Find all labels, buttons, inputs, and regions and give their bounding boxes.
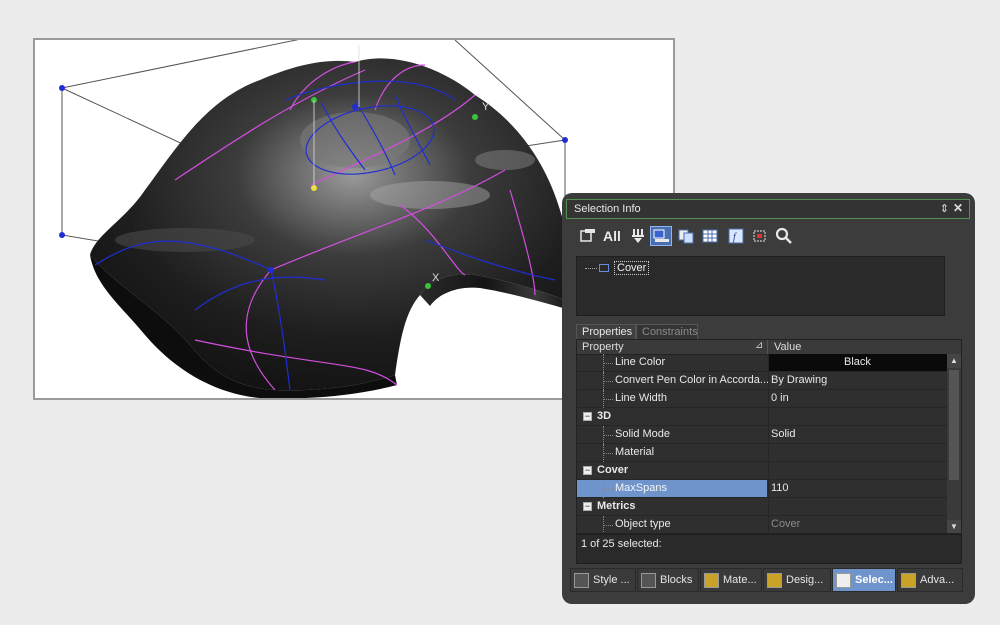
property-row-material[interactable]: Material <box>577 444 947 462</box>
category-row-cover[interactable]: − Cover <box>577 462 947 480</box>
tab-constraints[interactable]: Constraints <box>636 324 698 339</box>
tab-advanced[interactable]: Adva... <box>897 568 963 592</box>
scroll-up-icon[interactable]: ▲ <box>947 354 961 368</box>
category-row-metrics[interactable]: − Metrics <box>577 498 947 516</box>
tab-properties[interactable]: Properties <box>576 324 636 339</box>
category-row-3d[interactable]: −3D <box>577 408 947 426</box>
filter-icon[interactable] <box>628 226 648 246</box>
close-icon[interactable]: ✕ <box>953 201 963 215</box>
panel-title-bar[interactable]: Selection Info ⇕ ✕ <box>566 199 970 219</box>
scroll-down-icon[interactable]: ▼ <box>947 520 961 533</box>
property-row-solid-mode[interactable]: Solid Mode Solid <box>577 426 947 444</box>
copy-icon[interactable] <box>676 226 696 246</box>
collapse-icon[interactable]: − <box>583 502 592 511</box>
tree-item-cover[interactable]: Cover <box>585 261 650 275</box>
grid-header: Property ⊿ Value <box>577 340 961 355</box>
select-region-icon[interactable] <box>750 226 770 246</box>
cursor-icon <box>836 572 851 588</box>
property-row-line-width[interactable]: Line Width 0 in <box>577 390 947 408</box>
tab-style[interactable]: Style ... <box>570 568 636 592</box>
table-icon[interactable] <box>700 226 720 246</box>
selection-status: 1 of 25 selected: <box>576 534 962 564</box>
style-icon <box>574 572 589 588</box>
search-icon[interactable] <box>774 226 794 246</box>
tree-item-label: Cover <box>614 261 650 275</box>
blocks-icon <box>641 572 656 588</box>
grid-scrollbar[interactable]: ▲ ▼ <box>947 354 961 533</box>
panel-title: Selection Info <box>574 203 641 215</box>
function-icon[interactable]: f <box>726 226 746 246</box>
header-value[interactable]: Value <box>774 341 801 353</box>
advanced-icon <box>901 572 916 588</box>
property-grid: Property ⊿ Value Line Color Black Conver… <box>576 339 962 534</box>
collapse-icon[interactable]: − <box>583 412 592 421</box>
property-row-object-type[interactable]: Object type Cover <box>577 516 947 533</box>
selection-mode-icon[interactable] <box>650 226 672 246</box>
selection-tree[interactable]: Cover <box>576 256 945 316</box>
header-property[interactable]: Property <box>582 341 624 353</box>
axis-x-label: X <box>432 272 440 284</box>
tab-design[interactable]: Desig... <box>763 568 831 592</box>
property-row-maxspans[interactable]: MaxSpans 110 <box>577 480 947 498</box>
selection-count: 1 of 25 selected: <box>581 538 662 550</box>
design-icon <box>767 572 782 588</box>
materials-icon <box>704 572 719 588</box>
collapse-icon[interactable]: − <box>583 466 592 475</box>
tab-blocks[interactable]: Blocks <box>637 568 699 592</box>
sort-icon: ⊿ <box>755 340 764 351</box>
panel-bottom-tabs: Style ... Blocks Mate... Desig... Selec.… <box>570 568 970 592</box>
property-row-line-color[interactable]: Line Color Black <box>577 354 948 372</box>
tab-materials[interactable]: Mate... <box>700 568 762 592</box>
property-row-convert-pen-color[interactable]: Convert Pen Color in Accorda... By Drawi… <box>577 372 947 390</box>
properties-icon[interactable] <box>578 226 598 246</box>
axis-y-label: Y <box>482 101 490 113</box>
pin-icon[interactable]: ⇕ <box>940 202 949 215</box>
cover-object-icon <box>599 264 609 272</box>
selection-info-panel: Selection Info ⇕ ✕ All f Cover Propertie… <box>562 193 975 604</box>
tab-selection-info[interactable]: Selec... <box>832 568 896 592</box>
scroll-thumb[interactable] <box>949 370 959 480</box>
all-button[interactable]: All <box>600 226 624 246</box>
